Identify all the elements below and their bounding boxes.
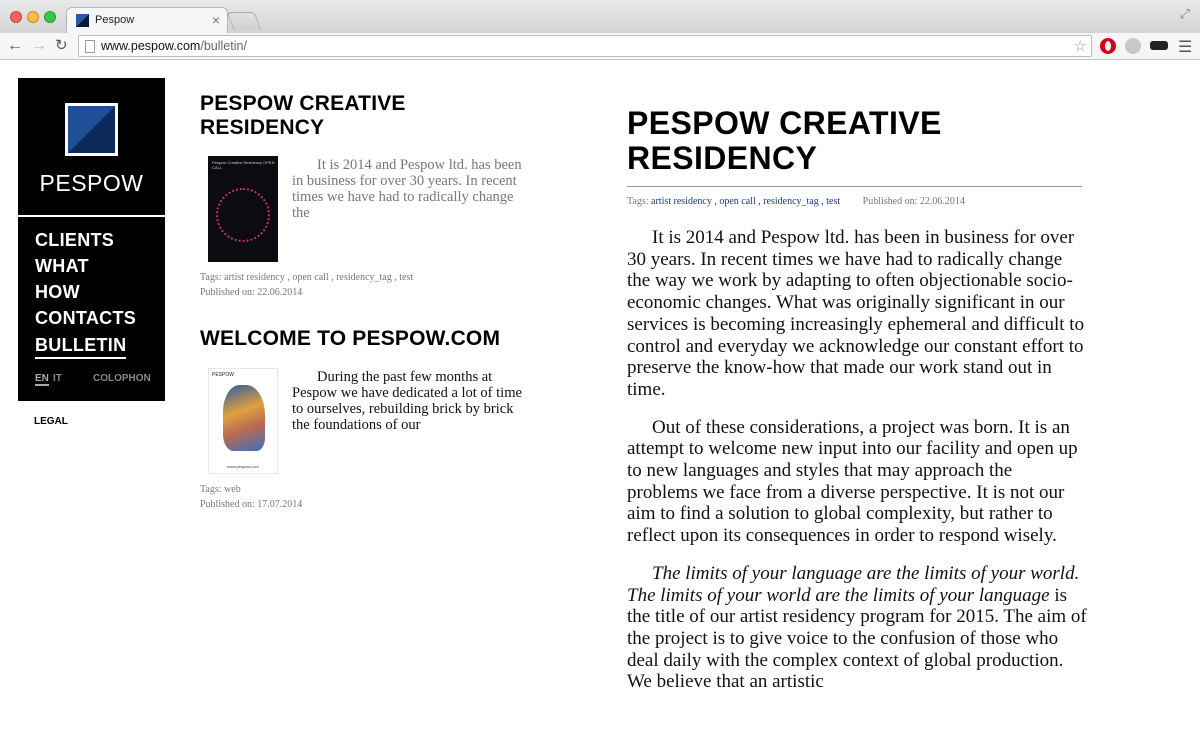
article-paragraph: The limits of your language are the limi… <box>627 562 1087 693</box>
url-text[interactable]: www.pespow.com/bulletin/ <box>101 39 247 53</box>
bookmark-star-icon[interactable]: ☆ <box>1074 37 1087 55</box>
post-tags[interactable]: artist residency , open call , residency… <box>224 272 413 283</box>
pespow-logo-icon <box>65 103 118 156</box>
sidebar-nav: CLIENTS WHAT HOW CONTACTS BULLETIN EN IT… <box>18 217 165 401</box>
fabric-image <box>223 385 265 451</box>
sidebar-logo-block[interactable]: PESPOW <box>18 78 165 215</box>
post-excerpt[interactable]: It is 2014 and Pespow ltd. has been in b… <box>292 157 524 221</box>
scroll-fade <box>620 706 1100 724</box>
post-meta: Tags: web Published on: 17.07.2014 <box>200 484 303 510</box>
nav-item-clients[interactable]: CLIENTS <box>35 230 114 251</box>
opera-extension-icon[interactable] <box>1100 38 1116 54</box>
thumbnail-text: Pespow Creative Residency OPEN CALL <box>212 160 275 170</box>
article-meta: Tags: artist residency , open call , res… <box>627 196 965 207</box>
tab-title: Pespow <box>95 14 135 26</box>
zoom-window-button[interactable] <box>44 11 56 23</box>
mask-extension-icon[interactable] <box>1150 41 1168 50</box>
colophon-link[interactable]: COLOPHON <box>93 373 151 384</box>
pespow-favicon-icon <box>76 14 89 27</box>
thumbnail-url: www.pespow.com <box>227 464 259 469</box>
nav-item-how[interactable]: HOW <box>35 282 80 303</box>
browser-titlebar: Pespow × ⤢ <box>0 0 1200 33</box>
post-meta: Tags: artist residency , open call , res… <box>200 272 414 298</box>
thumbnail-brand: PESPOW <box>212 372 234 378</box>
article-body: It is 2014 and Pespow ltd. has been in b… <box>627 227 1087 722</box>
post-title[interactable]: PESPOW CREATIVE RESIDENCY <box>200 92 406 140</box>
page-icon <box>85 40 95 53</box>
tag-link[interactable]: , open call <box>714 196 755 207</box>
post-tags[interactable]: web <box>224 484 241 495</box>
lang-en-link[interactable]: EN <box>35 373 49 386</box>
post-date: Published on: 17.07.2014 <box>200 499 303 510</box>
tab-close-icon[interactable]: × <box>212 12 220 28</box>
fullscreen-icon[interactable]: ⤢ <box>1180 6 1190 22</box>
article-paragraph: Out of these considerations, a project w… <box>627 416 1078 547</box>
new-tab-button[interactable] <box>226 12 262 30</box>
globe-extension-icon[interactable] <box>1125 38 1141 54</box>
tag-link[interactable]: , test <box>821 196 840 207</box>
post-thumbnail[interactable]: Pespow Creative Residency OPEN CALL <box>208 156 278 262</box>
nav-item-bulletin[interactable]: BULLETIN <box>35 335 127 359</box>
logo-wordmark: PESPOW <box>39 170 144 196</box>
article-date: Published on: 22.06.2014 <box>862 196 965 207</box>
minimize-window-button[interactable] <box>27 11 39 23</box>
menu-icon[interactable]: ☰ <box>1178 37 1192 57</box>
circle-text-graphic <box>216 188 270 242</box>
nav-item-what[interactable]: WHAT <box>35 256 89 277</box>
reload-icon[interactable]: ↻ <box>55 36 68 56</box>
post-title[interactable]: WELCOME TO PESPOW.COM <box>200 327 500 351</box>
nav-item-contacts[interactable]: CONTACTS <box>35 308 136 329</box>
address-bar[interactable]: www.pespow.com/bulletin/ ☆ <box>78 35 1092 57</box>
browser-toolbar: ← → ↻ www.pespow.com/bulletin/ ☆ ☰ <box>0 33 1200 60</box>
lang-it-link[interactable]: IT <box>53 373 62 384</box>
back-arrow-icon[interactable]: ← <box>7 36 23 56</box>
post-date: Published on: 22.06.2014 <box>200 287 303 298</box>
tag-link[interactable]: artist residency <box>651 196 712 207</box>
article-title: PESPOW CREATIVE RESIDENCY <box>627 105 942 176</box>
forward-arrow-icon[interactable]: → <box>31 36 47 56</box>
title-divider <box>627 186 1082 187</box>
browser-tab[interactable]: Pespow × <box>66 7 228 33</box>
legal-link[interactable]: LEGAL <box>34 416 68 427</box>
post-thumbnail[interactable]: PESPOW www.pespow.com <box>208 368 278 474</box>
tag-link[interactable]: , residency_tag <box>758 196 819 207</box>
post-excerpt[interactable]: During the past few months at Pespow we … <box>292 369 524 433</box>
close-window-button[interactable] <box>10 11 22 23</box>
article-paragraph: It is 2014 and Pespow ltd. has been in b… <box>627 227 1085 400</box>
